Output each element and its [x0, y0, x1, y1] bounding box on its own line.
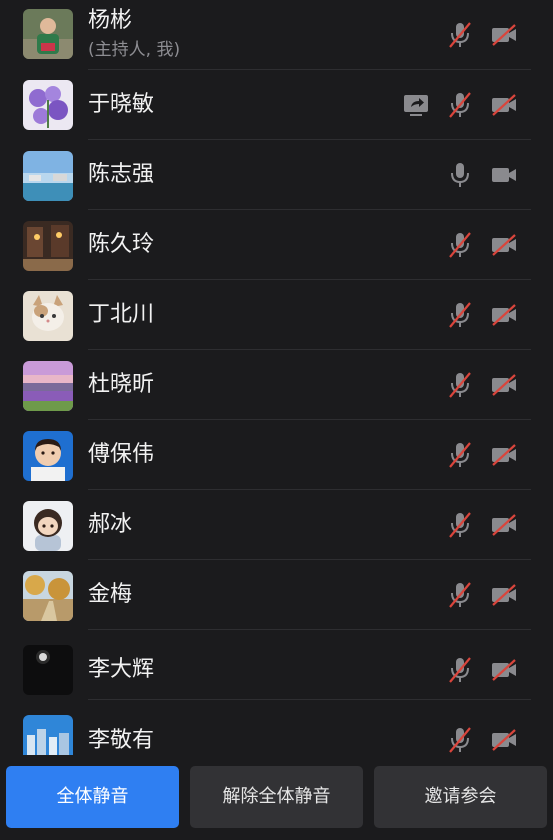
microphone-muted-icon[interactable] [445, 230, 475, 260]
microphone-muted-icon[interactable] [445, 655, 475, 685]
participant-name: 杨彬 [88, 8, 133, 33]
avatar [23, 431, 73, 481]
avatar [23, 715, 73, 755]
camera-off-icon[interactable] [489, 510, 519, 540]
participant-row[interactable]: 李敬有 [0, 705, 553, 755]
camera-icon[interactable] [489, 160, 519, 190]
row-divider [88, 699, 531, 700]
microphone-muted-icon[interactable] [445, 725, 475, 755]
participant-name: 李大辉 [88, 657, 155, 682]
participant-row[interactable]: 丁北川 [0, 280, 553, 350]
participant-name: 杜晓昕 [88, 372, 155, 397]
camera-off-icon[interactable] [489, 20, 519, 50]
avatar [23, 501, 73, 551]
participant-name: 陈久玲 [88, 232, 155, 257]
avatar [23, 221, 73, 271]
microphone-muted-icon[interactable] [445, 440, 475, 470]
microphone-muted-icon[interactable] [445, 90, 475, 120]
microphone-muted-icon[interactable] [445, 370, 475, 400]
action-bar: 全体静音 解除全体静音 邀请参会 [0, 755, 553, 840]
avatar [23, 571, 73, 621]
camera-off-icon[interactable] [489, 370, 519, 400]
microphone-muted-icon[interactable] [445, 580, 475, 610]
camera-off-icon[interactable] [489, 90, 519, 120]
mute-all-button[interactable]: 全体静音 [6, 766, 179, 828]
participant-row[interactable]: 陈志强 [0, 140, 553, 210]
participant-name: 李敬有 [88, 728, 155, 753]
participant-name: 丁北川 [88, 302, 155, 327]
avatar [23, 645, 73, 695]
avatar [23, 151, 73, 201]
microphone-icon[interactable] [445, 160, 475, 190]
camera-off-icon[interactable] [489, 655, 519, 685]
participant-role: (主持人, 我) [88, 40, 181, 60]
participant-row[interactable]: 傅保伟 [0, 420, 553, 490]
participant-row[interactable]: 杨彬 (主持人, 我) [0, 0, 553, 70]
invite-button[interactable]: 邀请参会 [374, 766, 547, 828]
participant-row[interactable]: 郝冰 [0, 490, 553, 560]
avatar [23, 291, 73, 341]
participant-row[interactable]: 李大辉 [0, 630, 553, 700]
camera-off-icon[interactable] [489, 230, 519, 260]
screen-share-icon[interactable] [401, 90, 431, 120]
avatar [23, 80, 73, 130]
microphone-muted-icon[interactable] [445, 510, 475, 540]
participant-name: 陈志强 [88, 162, 155, 187]
microphone-muted-icon[interactable] [445, 20, 475, 50]
camera-off-icon[interactable] [489, 440, 519, 470]
participant-row[interactable]: 于晓敏 [0, 70, 553, 140]
participant-row[interactable]: 金梅 [0, 560, 553, 630]
participant-name: 于晓敏 [88, 92, 155, 117]
camera-off-icon[interactable] [489, 725, 519, 755]
avatar [23, 9, 73, 59]
camera-off-icon[interactable] [489, 300, 519, 330]
participant-name: 郝冰 [88, 512, 133, 537]
participant-row[interactable]: 陈久玲 [0, 210, 553, 280]
camera-off-icon[interactable] [489, 580, 519, 610]
participant-list: 杨彬 (主持人, 我) 于晓敏 陈志强 陈久玲 丁北川 杜晓昕 傅保伟 郝冰 金… [0, 0, 553, 755]
participant-name: 金梅 [88, 582, 133, 607]
participant-row[interactable]: 杜晓昕 [0, 350, 553, 420]
unmute-all-button[interactable]: 解除全体静音 [190, 766, 363, 828]
participant-name: 傅保伟 [88, 442, 155, 467]
microphone-muted-icon[interactable] [445, 300, 475, 330]
avatar [23, 361, 73, 411]
